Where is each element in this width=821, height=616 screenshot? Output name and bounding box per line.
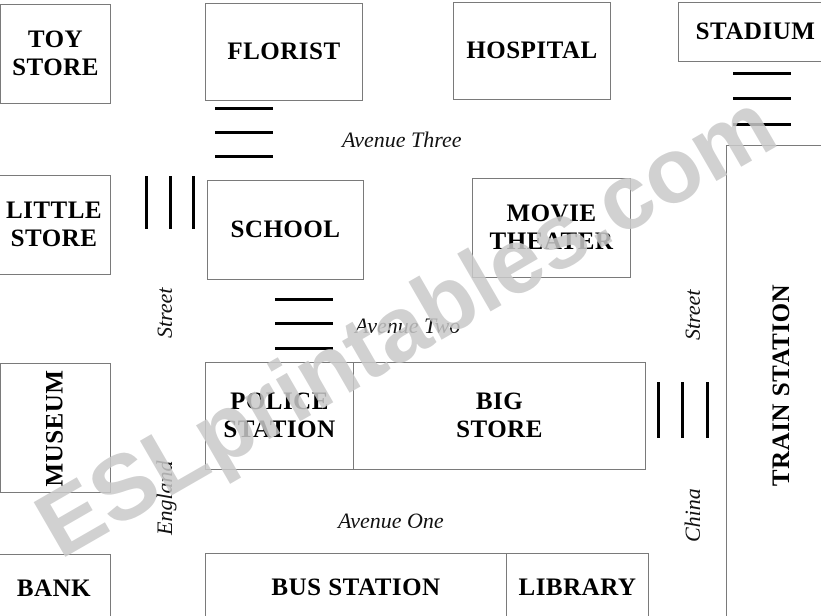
avenue-label-three: Avenue Three [342,127,462,153]
avenue-label-one: Avenue One [338,508,444,534]
building-label: LITTLE STORE [5,197,103,252]
avenue-two-dash-3 [275,347,333,350]
building-police-station[interactable]: POLICE STATION [205,362,354,470]
building-label: POLICE STATION [223,388,336,443]
avenue-label-two: Avenue Two [355,313,460,339]
building-label: BANK [16,575,92,602]
avenue-label-text: Avenue One [338,508,444,533]
england-street-dash-1 [145,176,148,229]
avenue-three-dash-3 [215,155,273,158]
building-label: LIBRARY [518,574,637,601]
building-label: MUSEUM [41,369,69,487]
building-label: FLORIST [227,38,341,65]
avenue-three-dash-1 [215,107,273,110]
building-stadium[interactable]: STADIUM [678,2,821,62]
avenue-label-text: Avenue Two [355,313,461,338]
building-bank[interactable]: BANK [0,554,111,616]
building-library[interactable]: LIBRARY [506,553,649,616]
avenue-two-dash-1 [275,298,333,301]
street-label-text: Street [152,287,177,339]
building-toy-store[interactable]: TOY STORE [0,4,111,104]
building-label: BIG STORE [456,388,543,443]
england-street-dash-3 [192,176,195,229]
china-street-dash-3 [706,382,709,438]
avenue-two-dash-2 [275,322,333,325]
building-museum[interactable]: MUSEUM [0,363,111,493]
stadium-dash-3 [733,123,791,126]
building-label: BUS STATION [271,574,441,601]
building-hospital[interactable]: HOSPITAL [453,2,611,100]
china-street-dash-2 [681,382,684,438]
building-florist[interactable]: FLORIST [205,3,363,101]
building-train-station[interactable]: TRAIN STATION [726,145,821,616]
street-label-text: China [680,488,705,542]
england-street-dash-2 [169,176,172,229]
street-label-text: England [152,460,177,535]
building-label: STADIUM [695,18,816,45]
stadium-dash-2 [733,97,791,100]
street-label-text: Street [680,289,705,341]
building-movie-theater[interactable]: MOVIE THEATER [472,178,631,278]
building-school[interactable]: SCHOOL [207,180,364,280]
building-bus-station[interactable]: BUS STATION [205,553,507,616]
avenue-label-text: Avenue Three [342,127,462,152]
building-label: TRAIN STATION [768,283,795,487]
avenue-three-dash-2 [215,131,273,134]
building-label: TOY STORE [12,26,99,81]
china-street-dash-1 [657,382,660,438]
building-big-store[interactable]: BIG STORE [353,362,646,470]
building-label: HOSPITAL [466,37,598,64]
building-label: SCHOOL [230,216,341,243]
stadium-dash-1 [733,72,791,75]
town-map-canvas: TOY STORE FLORIST HOSPITAL STADIUM LITTL… [0,0,821,616]
building-label: MOVIE THEATER [489,200,614,255]
building-little-store[interactable]: LITTLE STORE [0,175,111,275]
street-label-china-street: Street [680,290,706,341]
street-label-china: China [680,488,706,542]
street-label-england: England [152,460,178,535]
street-label-england-street: Street [152,288,178,339]
